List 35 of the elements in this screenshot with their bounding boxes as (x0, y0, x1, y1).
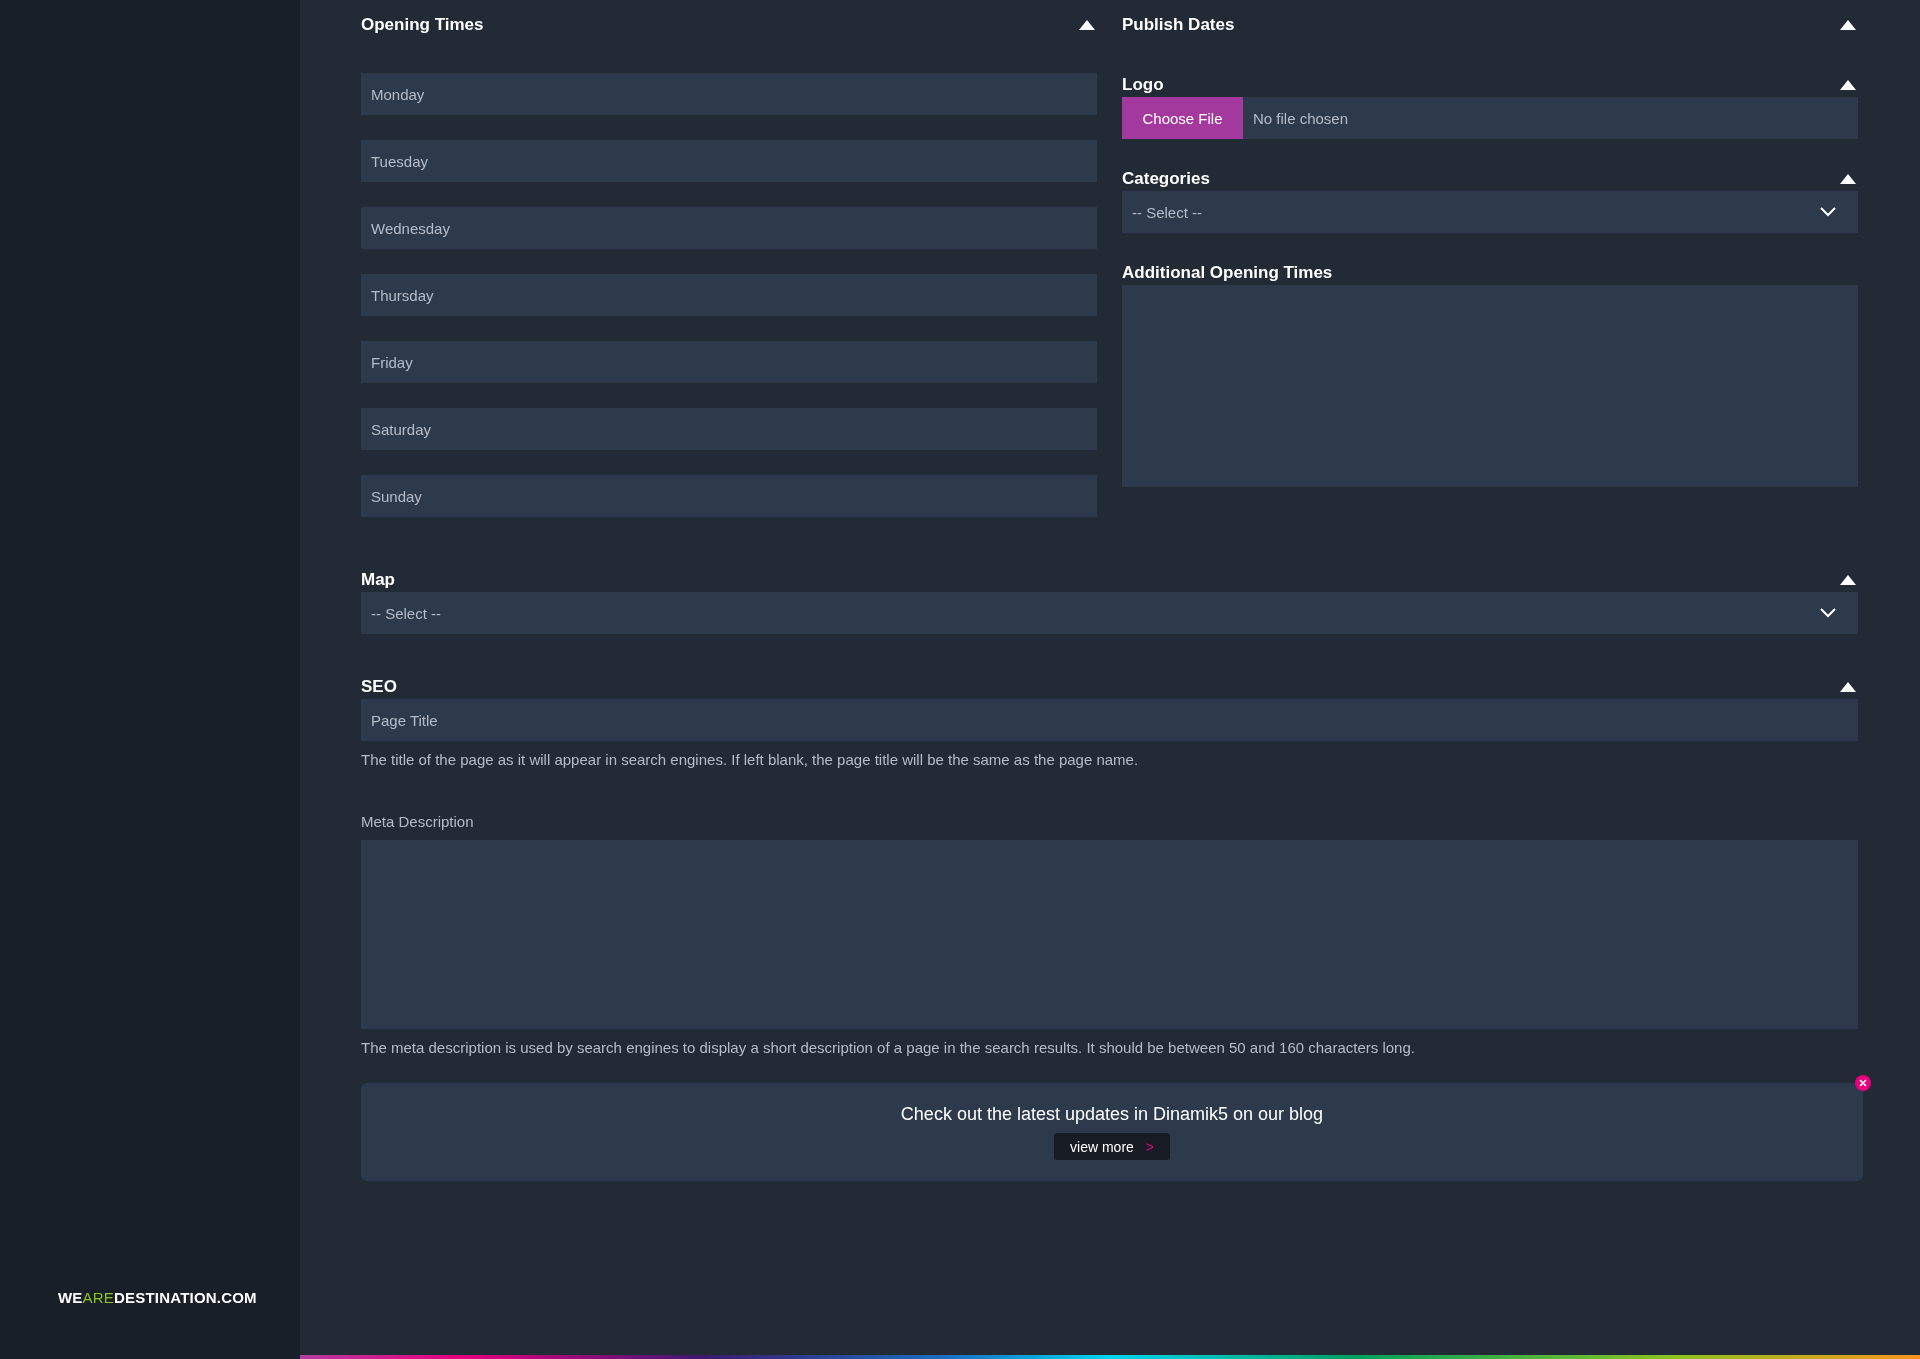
select-dropdown[interactable]: -- Select -- (361, 592, 1858, 634)
input-field[interactable]: Thursday (361, 274, 1097, 316)
view-more-button[interactable]: view more > (1054, 1133, 1170, 1160)
close-icon[interactable] (1855, 1075, 1871, 1091)
file-input[interactable]: Choose File No file chosen (1122, 97, 1858, 139)
collapse-icon[interactable] (1840, 575, 1856, 585)
banner-message: Check out the latest updates in Dinamik5 on our blog (900, 1104, 1324, 1125)
collapse-icon[interactable] (1840, 80, 1856, 90)
input-field[interactable]: Sunday (361, 475, 1097, 517)
section-title: Additional Opening Times (1122, 263, 1333, 283)
chevron-down-icon (1820, 207, 1836, 217)
collapse-icon[interactable] (1079, 20, 1095, 30)
collapse-icon[interactable] (1840, 682, 1856, 692)
field-label: Meta Description (361, 813, 475, 830)
input-field[interactable]: Wednesday (361, 207, 1097, 249)
chevron-down-icon (1820, 608, 1836, 618)
section-title: Opening Times (361, 15, 484, 35)
choose-file-button[interactable]: Choose File (1122, 97, 1243, 139)
input-field[interactable]: Monday (361, 73, 1097, 115)
collapse-icon[interactable] (1840, 174, 1856, 184)
input-field[interactable]: Friday (361, 341, 1097, 383)
section-title: SEO (361, 677, 397, 697)
section-title: Map (361, 570, 395, 590)
page-title-input[interactable]: Page Title (361, 699, 1858, 741)
collapse-icon[interactable] (1840, 20, 1856, 30)
section-title: Categories (1122, 169, 1210, 189)
input-field[interactable]: Saturday (361, 408, 1097, 450)
select-dropdown[interactable]: -- Select -- (1122, 191, 1858, 233)
help-text: The title of the page as it will appear in search engines. If left blank, the page title will be the same as the page name. (361, 751, 1140, 768)
help-text: The meta description is used by search engines to display a short description of a page in the search results. It should be between 50 and 160 characters long. (361, 1039, 1416, 1056)
section-title: Publish Dates (1122, 15, 1235, 35)
file-status: No file chosen (1253, 109, 1349, 127)
input-field[interactable]: Tuesday (361, 140, 1097, 182)
brand-logo[interactable]: WEAREDESTINATION.COM (58, 1289, 257, 1306)
section-title: Logo (1122, 75, 1164, 95)
